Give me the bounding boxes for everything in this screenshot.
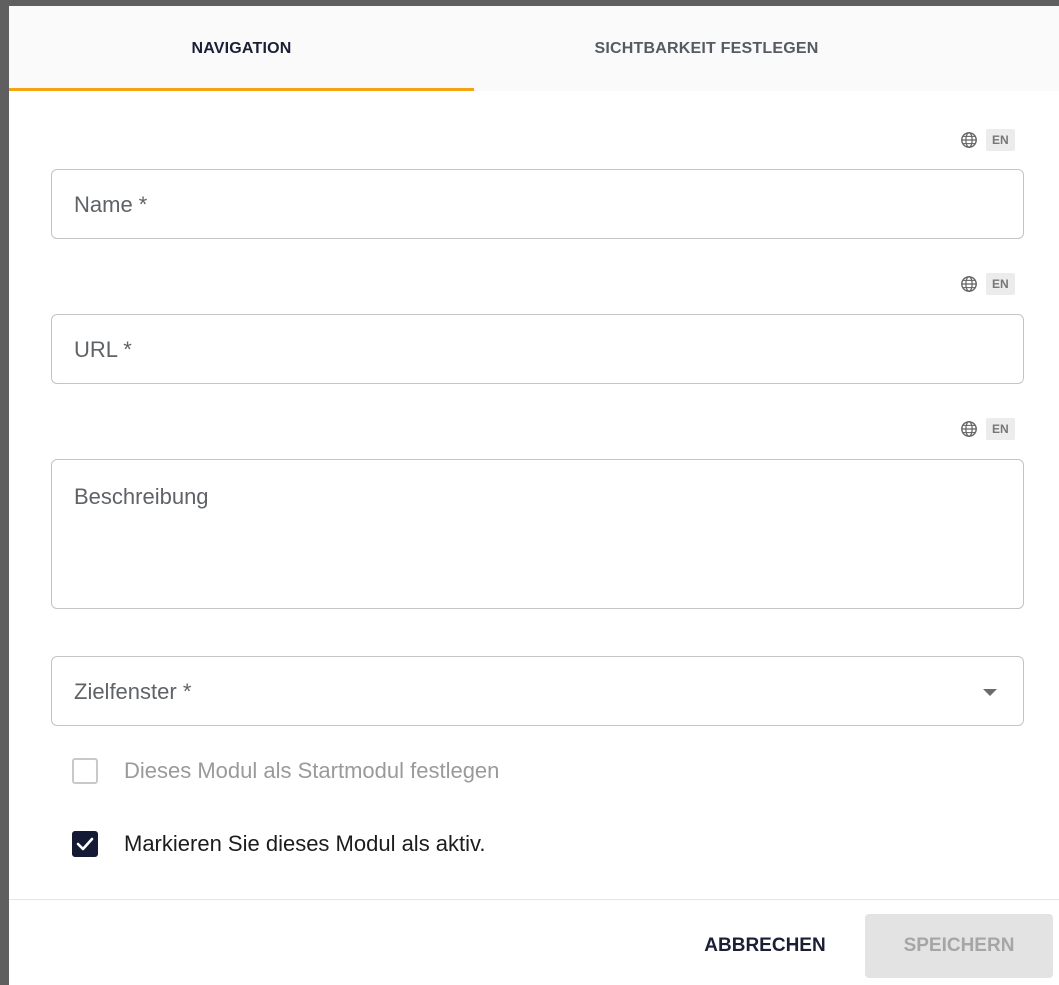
name-input[interactable]: Name * — [51, 169, 1024, 239]
url-input[interactable]: URL * — [51, 314, 1024, 384]
globe-icon — [961, 276, 977, 292]
chevron-down-icon[interactable] — [983, 689, 997, 696]
target-window-select[interactable]: Zielfenster * — [51, 656, 1024, 726]
language-code: EN — [986, 273, 1015, 295]
cancel-button[interactable]: ABBRECHEN — [680, 922, 850, 970]
active-module-checkbox[interactable] — [72, 831, 98, 857]
name-input-label: Name * — [74, 192, 148, 217]
language-switch-description[interactable]: EN — [960, 417, 1015, 441]
language-code: EN — [986, 129, 1015, 151]
target-window-label: Zielfenster * — [74, 679, 192, 704]
tab-bar: NAVIGATION SICHTBARKEIT FESTLEGEN — [9, 6, 1059, 91]
start-module-label: Dieses Modul als Startmodul festlegen — [124, 758, 500, 783]
description-label: Beschreibung — [74, 484, 209, 509]
active-module-checkbox-row[interactable]: Markieren Sie dieses Modul als aktiv. — [72, 828, 486, 860]
tab-visibility[interactable]: SICHTBARKEIT FESTLEGEN — [474, 6, 939, 91]
language-switch-url[interactable]: EN — [960, 272, 1015, 296]
globe-icon — [961, 421, 977, 437]
tab-navigation[interactable]: NAVIGATION — [9, 6, 474, 91]
globe-icon — [961, 132, 977, 148]
language-switch-name[interactable]: EN — [960, 128, 1015, 152]
save-button[interactable]: SPEICHERN — [865, 914, 1053, 978]
footer-divider — [9, 899, 1059, 900]
language-code: EN — [986, 418, 1015, 440]
start-module-checkbox — [72, 758, 98, 784]
checkmark-icon — [76, 837, 94, 851]
start-module-checkbox-row: Dieses Modul als Startmodul festlegen — [72, 755, 499, 787]
active-module-label: Markieren Sie dieses Modul als aktiv. — [124, 831, 486, 856]
url-input-label: URL * — [74, 337, 132, 362]
description-textarea[interactable]: Beschreibung — [51, 459, 1024, 609]
